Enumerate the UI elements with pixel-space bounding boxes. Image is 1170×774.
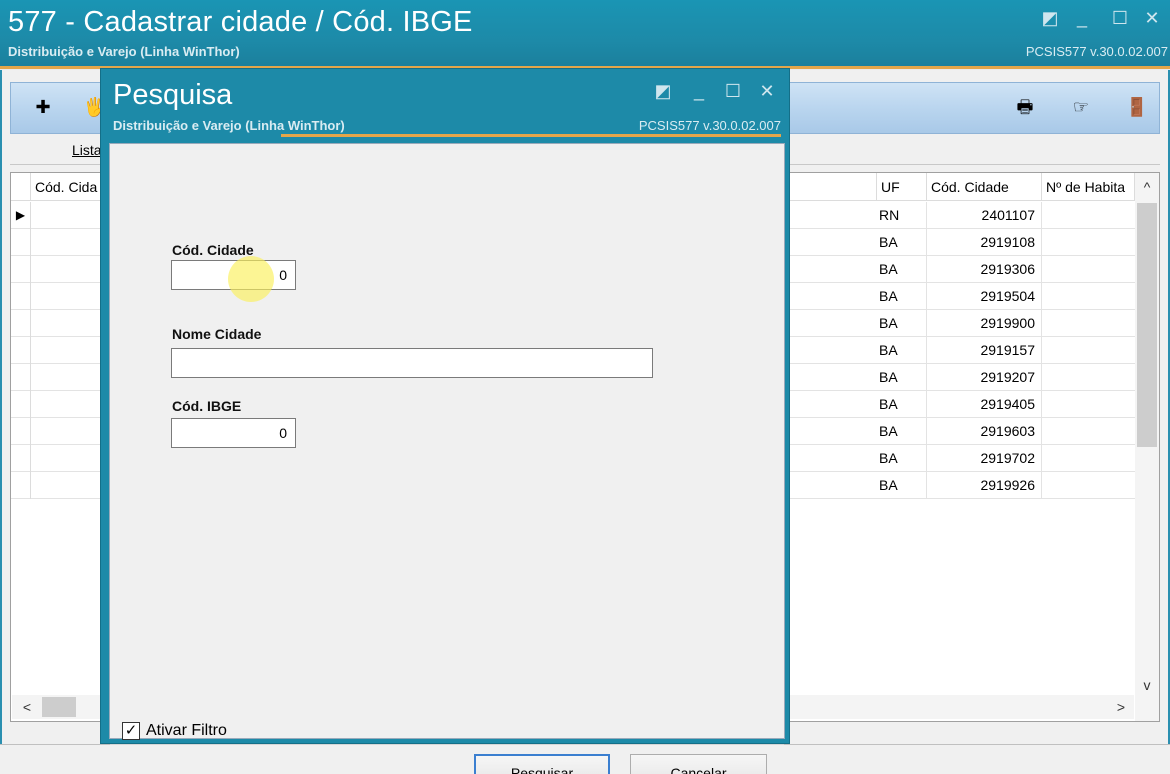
cell-habitantes[interactable] xyxy=(1042,229,1141,256)
cell-uf[interactable]: BA xyxy=(877,472,927,499)
cell-habitantes[interactable] xyxy=(1042,445,1141,472)
cell-uf[interactable]: BA xyxy=(877,337,927,364)
window-title: 577 - Cadastrar cidade / Cód. IBGE xyxy=(8,6,473,38)
search-button[interactable]: Pesquisar xyxy=(474,754,610,774)
cell-habitantes[interactable] xyxy=(1042,364,1141,391)
row-indicator xyxy=(11,337,31,364)
print-icon[interactable]: 🖶 xyxy=(1011,93,1039,121)
cell-uf[interactable]: BA xyxy=(877,229,927,256)
column-header-uf[interactable]: UF xyxy=(877,173,927,201)
cell-uf[interactable]: BA xyxy=(877,256,927,283)
tab-lista[interactable]: Lista xyxy=(72,142,102,158)
maximize-button[interactable]: ☐ xyxy=(1110,8,1130,28)
cell-habitantes[interactable] xyxy=(1042,472,1141,499)
row-indicator xyxy=(11,472,31,499)
column-header-habitantes[interactable]: Nº de Habita xyxy=(1042,173,1135,201)
row-indicator xyxy=(11,229,31,256)
close-button[interactable]: ✕ xyxy=(1142,8,1162,28)
dialog-footer-divider xyxy=(110,744,784,745)
dialog-minimize-button[interactable]: _ xyxy=(689,81,709,101)
window-subtitle: Distribuição e Varejo (Linha WinThor) xyxy=(8,44,240,59)
ativar-filtro-label[interactable]: Ativar Filtro xyxy=(146,722,227,740)
dialog-subtitle: Distribuição e Varejo (Linha WinThor) xyxy=(113,118,345,133)
cell-habitantes[interactable] xyxy=(1042,283,1141,310)
vertical-scrollbar[interactable]: ^ v xyxy=(1135,173,1159,721)
new-record-icon[interactable]: ✚ xyxy=(29,93,57,121)
dialog-accent-line xyxy=(281,134,781,137)
dialog-close-button[interactable]: ✕ xyxy=(757,81,777,101)
main-title-bar: 577 - Cadastrar cidade / Cód. IBGE Distr… xyxy=(0,0,1170,68)
column-header-cod-cidade[interactable]: Cód. Cidade xyxy=(927,173,1042,201)
minimize-button[interactable]: _ xyxy=(1072,8,1092,28)
dialog-maximize-button[interactable]: ☐ xyxy=(723,81,743,101)
cell-uf[interactable]: BA xyxy=(877,364,927,391)
row-indicator xyxy=(11,310,31,337)
cod-ibge-label: Cód. IBGE xyxy=(172,398,242,414)
cell-habitantes[interactable] xyxy=(1042,310,1141,337)
cell-cod-cidade[interactable]: 2919157 xyxy=(927,337,1042,364)
cell-cod-cidade[interactable]: 2919306 xyxy=(927,256,1042,283)
nome-cidade-input[interactable] xyxy=(171,348,653,378)
cell-cod-cidade[interactable]: 2919900 xyxy=(927,310,1042,337)
cell-uf[interactable]: BA xyxy=(877,418,927,445)
cod-cidade-input[interactable] xyxy=(171,260,296,290)
cell-uf[interactable]: BA xyxy=(877,391,927,418)
search-dialog: Pesquisa Distribuição e Varejo (Linha Wi… xyxy=(100,68,790,774)
cell-cod-cidade[interactable]: 2919504 xyxy=(927,283,1042,310)
pointing-hand-icon[interactable]: ☞ xyxy=(1067,93,1095,121)
row-indicator xyxy=(11,283,31,310)
scroll-up-icon[interactable]: ^ xyxy=(1135,175,1159,199)
cell-uf[interactable]: BA xyxy=(877,310,927,337)
cell-cod-cidade[interactable]: 2401107 xyxy=(927,202,1042,229)
cod-ibge-input[interactable] xyxy=(171,418,296,448)
cod-cidade-label: Cód. Cidade xyxy=(172,242,254,258)
row-indicator: ▶ xyxy=(11,202,31,229)
cancel-button[interactable]: Cancelar xyxy=(630,754,767,774)
horizontal-scroll-thumb[interactable] xyxy=(42,697,76,717)
cell-uf[interactable]: BA xyxy=(877,445,927,472)
cell-habitantes[interactable] xyxy=(1042,418,1141,445)
cell-habitantes[interactable] xyxy=(1042,337,1141,364)
dialog-body: Cód. Cidade Nome Cidade Cód. IBGE ✓ Ativ… xyxy=(109,143,785,774)
cell-habitantes[interactable] xyxy=(1042,256,1141,283)
row-indicator xyxy=(11,445,31,472)
cell-uf[interactable]: RN xyxy=(877,202,927,229)
row-indicator xyxy=(11,364,31,391)
nome-cidade-label: Nome Cidade xyxy=(172,326,262,342)
dialog-restore-icon[interactable]: ◩ xyxy=(653,81,673,101)
cell-cod-cidade[interactable]: 2919207 xyxy=(927,364,1042,391)
scroll-left-icon[interactable]: < xyxy=(16,695,38,719)
window-version: PCSIS577 v.30.0.02.007 xyxy=(1025,44,1168,59)
ativar-filtro-checkbox[interactable]: ✓ xyxy=(122,722,140,740)
grid-corner xyxy=(11,173,31,201)
row-indicator xyxy=(11,391,31,418)
row-indicator xyxy=(11,256,31,283)
cell-cod-cidade[interactable]: 2919405 xyxy=(927,391,1042,418)
cell-habitantes[interactable] xyxy=(1042,202,1141,229)
cell-uf[interactable]: BA xyxy=(877,283,927,310)
cell-habitantes[interactable] xyxy=(1042,391,1141,418)
cell-cod-cidade[interactable]: 2919702 xyxy=(927,445,1042,472)
vertical-scroll-thumb[interactable] xyxy=(1137,203,1157,447)
scroll-down-icon[interactable]: v xyxy=(1135,673,1159,697)
cell-cod-cidade[interactable]: 2919926 xyxy=(927,472,1042,499)
cell-cod-cidade[interactable]: 2919603 xyxy=(927,418,1042,445)
cell-cod-cidade[interactable]: 2919108 xyxy=(927,229,1042,256)
dialog-version: PCSIS577 v.30.0.02.007 xyxy=(638,118,781,133)
row-indicator xyxy=(11,418,31,445)
exit-door-icon[interactable]: 🚪 xyxy=(1123,93,1151,121)
dialog-title: Pesquisa xyxy=(113,79,233,111)
scroll-right-icon[interactable]: > xyxy=(1110,695,1132,719)
restore-icon[interactable]: ◩ xyxy=(1040,8,1060,28)
